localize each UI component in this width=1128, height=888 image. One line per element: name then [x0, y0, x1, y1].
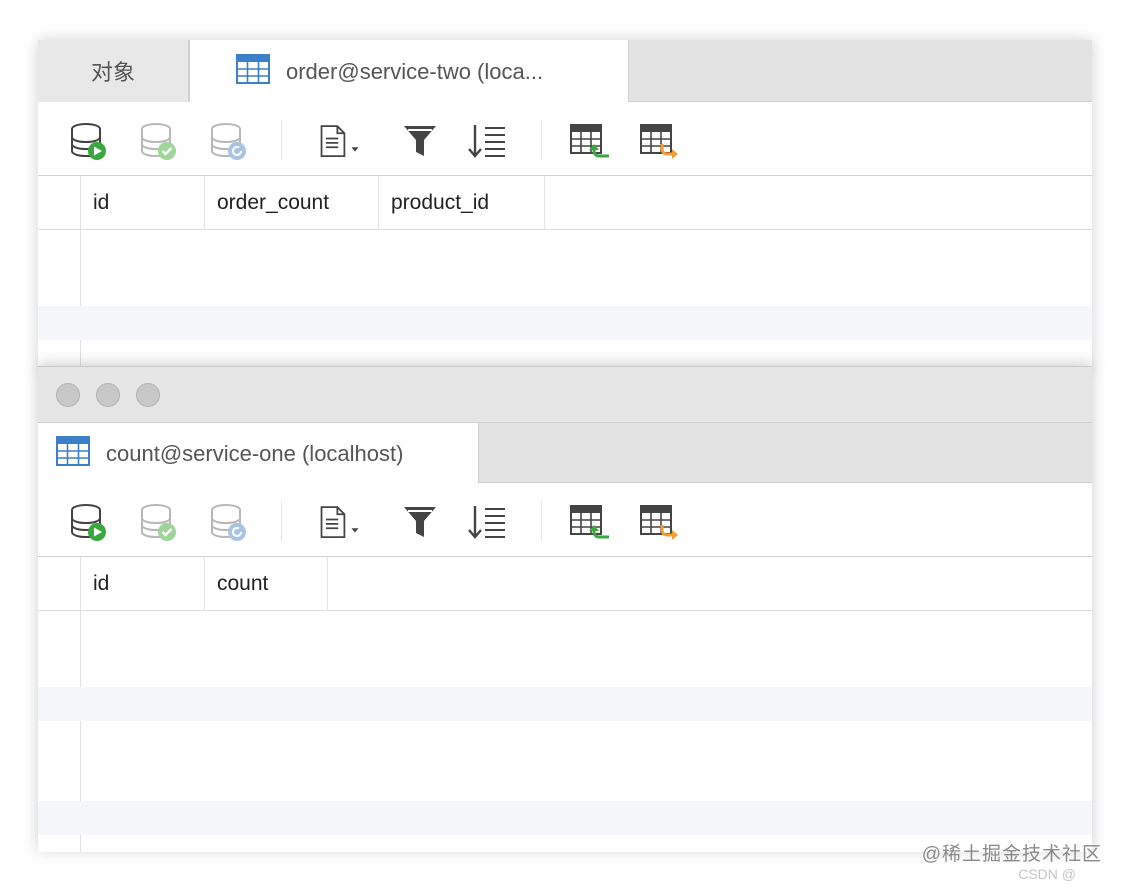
- back-grid-header: id order_count product_id: [38, 176, 1092, 230]
- commit-icon: [141, 123, 176, 160]
- commit-button[interactable]: [138, 503, 182, 543]
- close-window-button[interactable]: [56, 383, 80, 407]
- column-header-label: id: [93, 191, 110, 214]
- commit-button[interactable]: [138, 122, 182, 162]
- back-grid-body: [38, 230, 1092, 370]
- column-header-label: id: [93, 572, 110, 595]
- back-window: 对象 order@service-two (loca... id order_c…: [38, 40, 1092, 370]
- import-button[interactable]: [568, 122, 612, 162]
- filter-icon: [404, 126, 436, 156]
- text-view-button[interactable]: [318, 122, 362, 162]
- filter-button[interactable]: [398, 122, 442, 162]
- table-icon: [56, 435, 90, 472]
- table-row: [38, 306, 1092, 340]
- table-row: [38, 801, 1092, 835]
- sort-button[interactable]: [466, 503, 510, 543]
- column-header-count[interactable]: count: [205, 557, 328, 611]
- rollback-button[interactable]: [208, 122, 252, 162]
- tab-order-table[interactable]: order@service-two (loca...: [189, 40, 629, 103]
- export-button[interactable]: [638, 503, 682, 543]
- zoom-window-button[interactable]: [136, 383, 160, 407]
- export-button[interactable]: [638, 122, 682, 162]
- import-button[interactable]: [568, 503, 612, 543]
- begin-transaction-icon: [71, 504, 106, 541]
- front-grid-header: id count: [38, 557, 1092, 611]
- column-header-id[interactable]: id: [81, 557, 205, 611]
- rollback-icon: [211, 123, 246, 160]
- row-gutter: [80, 230, 81, 370]
- filter-button[interactable]: [398, 503, 442, 543]
- watermark-text: @稀土掘金技术社区: [921, 844, 1102, 865]
- column-header-label: product_id: [391, 191, 490, 214]
- filter-icon: [404, 507, 436, 537]
- column-header-order-count[interactable]: order_count: [205, 176, 379, 230]
- begin-transaction-button[interactable]: [68, 503, 112, 543]
- column-header-product-id[interactable]: product_id: [379, 176, 545, 230]
- front-window: count@service-one (localhost) id count: [38, 366, 1092, 852]
- watermark-sub-text: CSDN @: [1018, 866, 1076, 882]
- sort-button[interactable]: [466, 122, 510, 162]
- toolbar-separator: [541, 501, 542, 541]
- export-icon: [640, 505, 678, 540]
- toolbar-separator: [541, 120, 542, 160]
- title-bar: [38, 367, 1092, 423]
- rollback-icon: [211, 504, 246, 541]
- back-tab-bar: 对象 order@service-two (loca...: [38, 40, 1092, 103]
- table-row: [38, 687, 1092, 721]
- minimize-window-button[interactable]: [96, 383, 120, 407]
- rollback-button[interactable]: [208, 503, 252, 543]
- front-tab-bar: count@service-one (localhost): [38, 423, 1092, 484]
- sort-icon: [468, 506, 505, 539]
- tab-objects[interactable]: 对象: [38, 40, 189, 102]
- text-view-button[interactable]: [318, 503, 362, 543]
- toolbar-separator: [281, 120, 282, 160]
- toolbar-separator: [281, 501, 282, 541]
- export-icon: [640, 124, 678, 159]
- column-header-label: order_count: [217, 191, 330, 214]
- begin-transaction-icon: [71, 123, 106, 160]
- import-icon: [570, 124, 609, 158]
- tab-count-table[interactable]: count@service-one (localhost): [38, 423, 479, 484]
- tab-count-label: count@service-one (localhost): [106, 440, 404, 466]
- tab-order-label: order@service-two (loca...: [286, 58, 544, 84]
- begin-transaction-button[interactable]: [68, 122, 112, 162]
- front-grid-body: [38, 611, 1092, 852]
- back-toolbar: [38, 102, 1092, 176]
- screenshot-stage: 对象 order@service-two (loca... id order_c…: [0, 0, 1128, 888]
- import-icon: [570, 505, 609, 539]
- column-header-id[interactable]: id: [81, 176, 205, 230]
- text-view-icon: [320, 125, 359, 157]
- sort-icon: [468, 125, 505, 158]
- tab-objects-label: 对象: [90, 60, 135, 85]
- front-toolbar: [38, 483, 1092, 557]
- text-view-icon: [320, 506, 359, 538]
- commit-icon: [141, 504, 176, 541]
- column-header-label: count: [217, 572, 269, 595]
- table-icon: [236, 53, 270, 90]
